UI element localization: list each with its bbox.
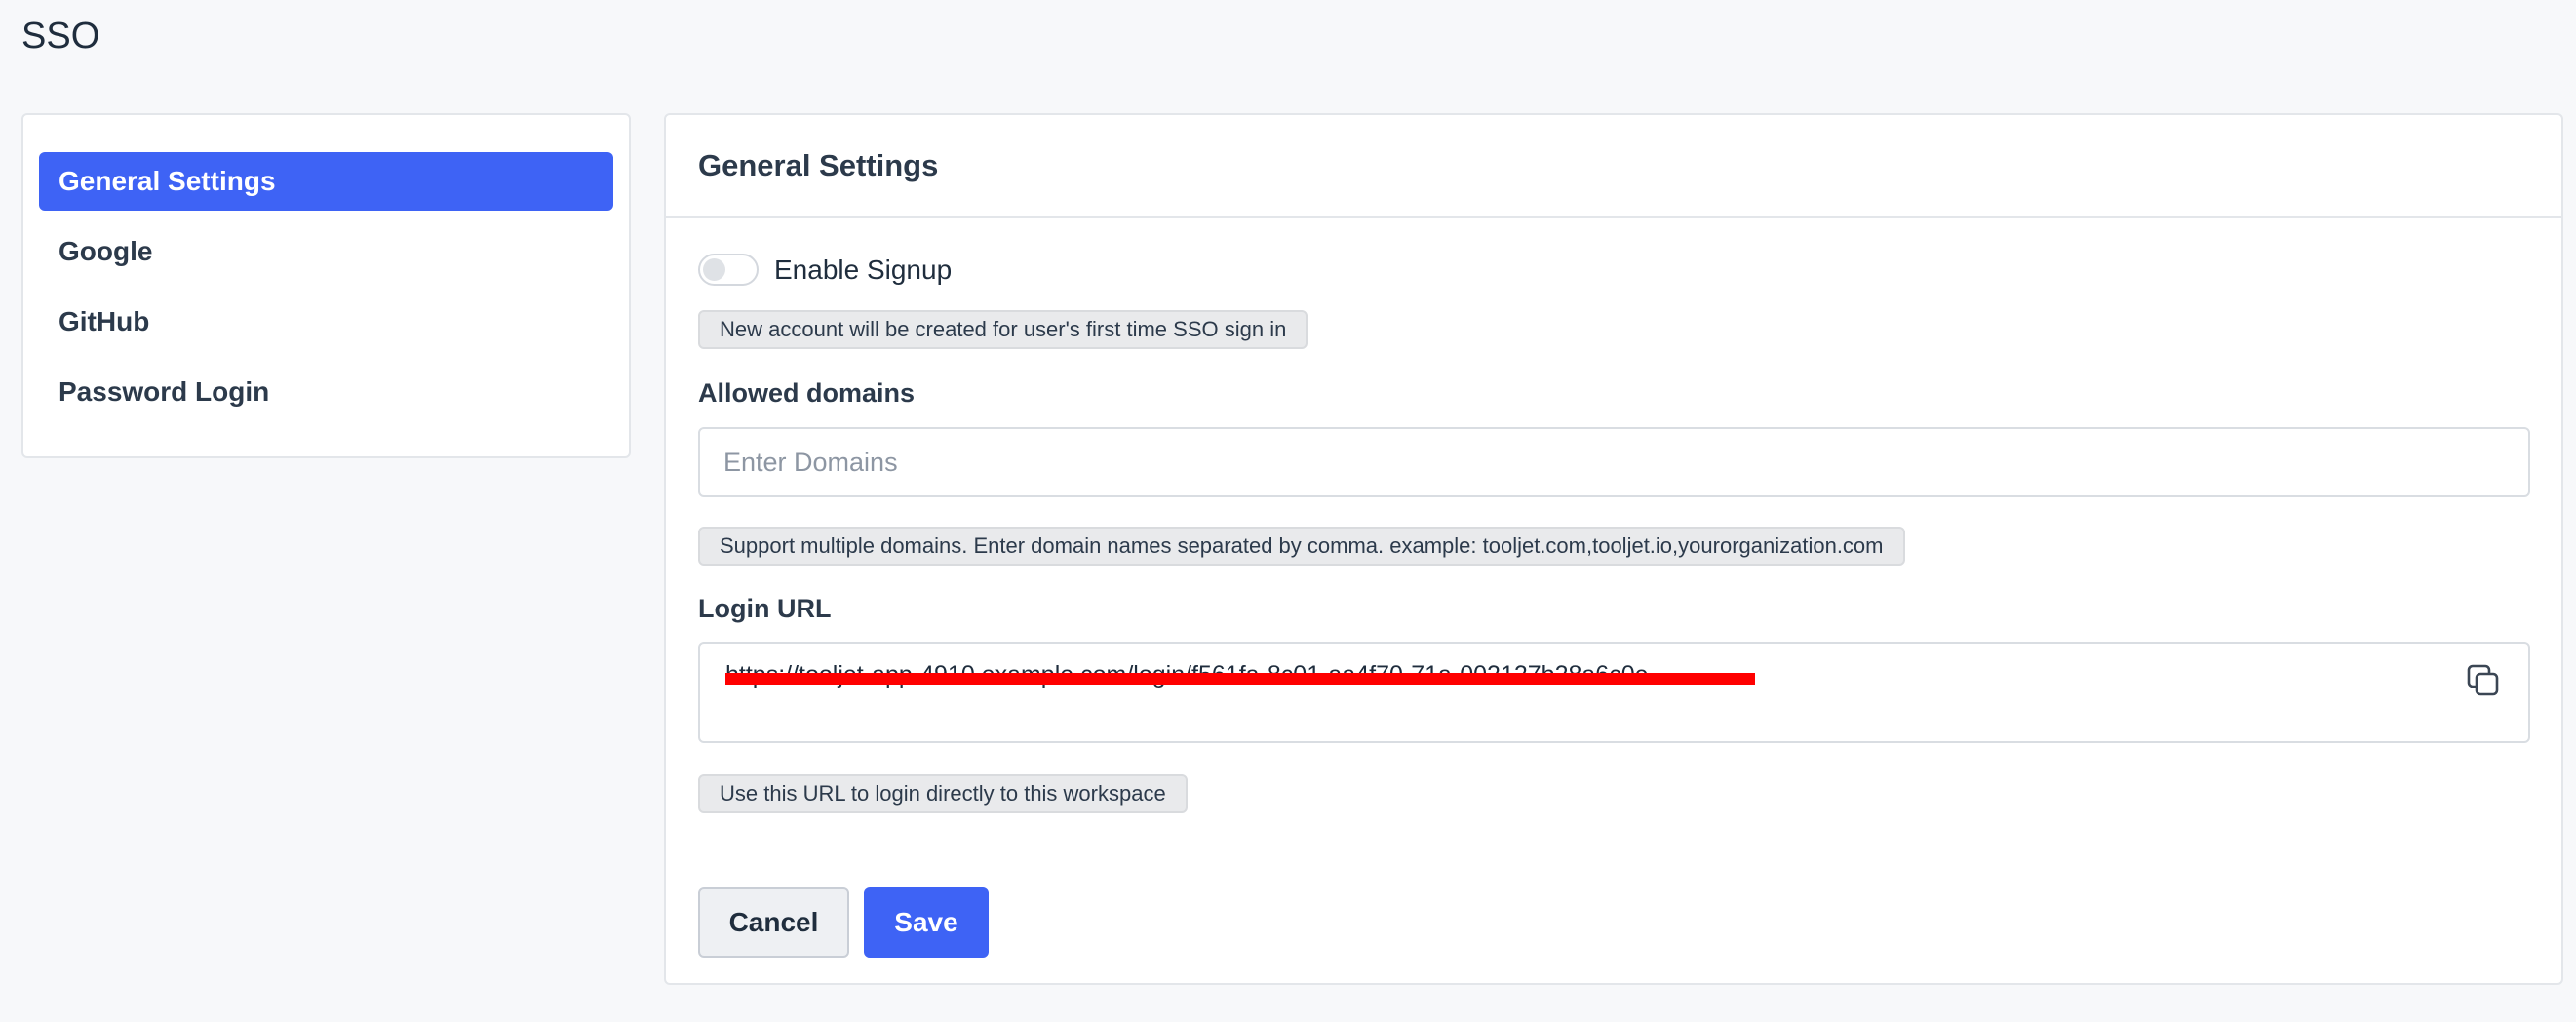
login-url-label: Login URL <box>698 594 832 623</box>
enable-signup-toggle[interactable] <box>698 254 759 286</box>
sidebar-item-general-settings[interactable]: General Settings <box>39 152 613 211</box>
sidebar-item-password-login[interactable]: Password Login <box>39 363 613 421</box>
toggle-knob <box>703 258 725 281</box>
sidebar: General Settings Google GitHub Password … <box>21 113 631 458</box>
cancel-button[interactable]: Cancel <box>698 887 849 958</box>
page-title: SSO <box>21 16 100 57</box>
login-url-hint: Use this URL to login directly to this w… <box>698 774 1188 813</box>
sidebar-item-google[interactable]: Google <box>39 222 613 281</box>
allowed-domains-hint: Support multiple domains. Enter domain n… <box>698 527 1905 566</box>
save-button[interactable]: Save <box>864 887 989 958</box>
login-url-field[interactable]: https://tooljet-app-4910.example.com/log… <box>698 642 2530 743</box>
copy-icon[interactable] <box>2464 661 2503 700</box>
enable-signup-label: Enable Signup <box>774 254 953 285</box>
sidebar-item-github[interactable]: GitHub <box>39 293 613 351</box>
allowed-domains-input[interactable] <box>698 427 2530 497</box>
allowed-domains-label: Allowed domains <box>698 378 916 408</box>
card-title: General Settings <box>666 115 2561 218</box>
enable-signup-row: Enable Signup <box>698 254 952 286</box>
redaction-bar <box>725 673 1755 685</box>
general-settings-card: General Settings Enable Signup New accou… <box>664 113 2563 985</box>
enable-signup-hint: New account will be created for user's f… <box>698 310 1308 349</box>
